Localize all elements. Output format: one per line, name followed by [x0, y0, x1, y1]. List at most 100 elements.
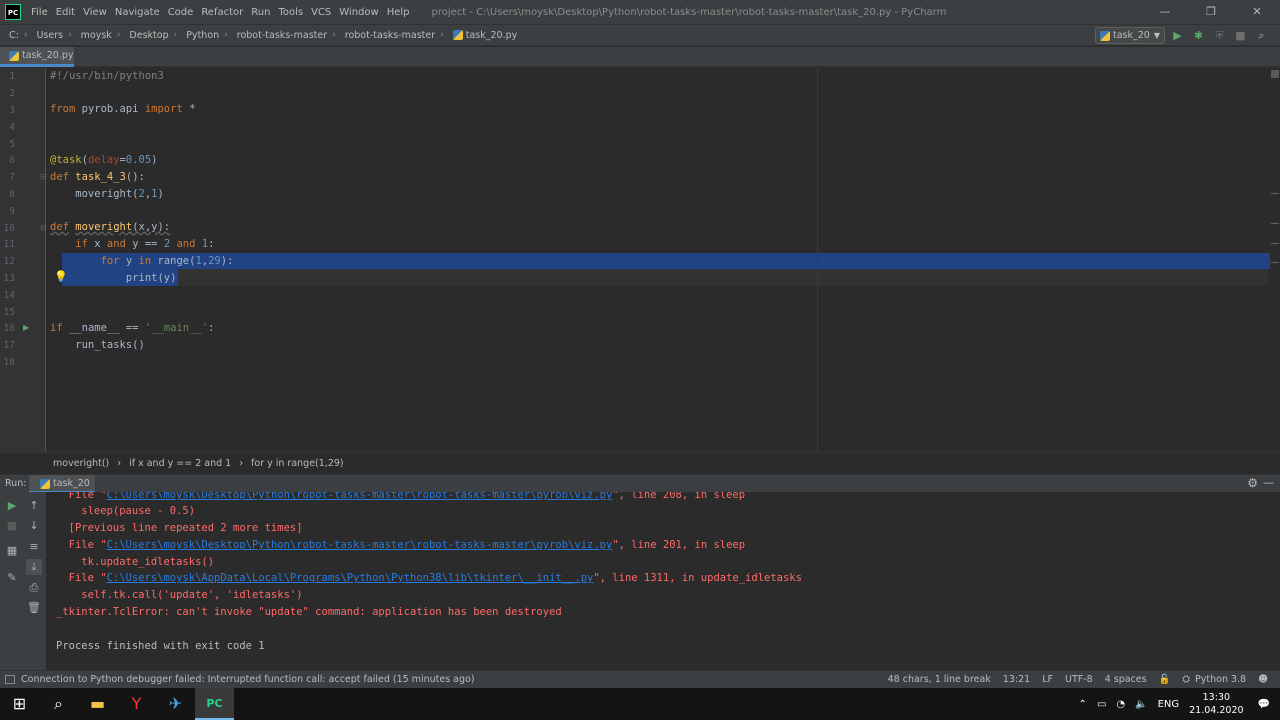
- stop-icon[interactable]: ■: [4, 518, 20, 534]
- crumb-python[interactable]: Python: [186, 30, 219, 41]
- menu-vcs[interactable]: VCS: [311, 7, 331, 18]
- language-indicator[interactable]: ENG: [1158, 699, 1180, 710]
- clock[interactable]: 13:30 21.04.2020: [1189, 691, 1243, 717]
- python-file-icon: [1100, 30, 1110, 41]
- right-margin-guide: [817, 68, 818, 452]
- code-line-17: run_tasks(): [50, 339, 145, 351]
- close-icon[interactable]: ✕: [1234, 0, 1280, 24]
- status-message[interactable]: Connection to Python debugger failed: In…: [21, 674, 475, 685]
- menu-tools[interactable]: Tools: [278, 7, 303, 18]
- fold-icon[interactable]: ⊟: [40, 223, 47, 232]
- line-number-gutter[interactable]: 1 2 3 4 5 6 7 8 9 10 11 12 13 14 15 16 1…: [0, 68, 47, 452]
- telegram-icon[interactable]: ✈: [156, 688, 195, 720]
- minimize-panel-icon[interactable]: —: [1263, 476, 1274, 489]
- maximize-icon[interactable]: ❐: [1188, 0, 1234, 24]
- interpreter-icon[interactable]: ⛭: [1182, 674, 1190, 685]
- gear-icon[interactable]: ⚙: [1247, 476, 1258, 490]
- arrow-up-icon[interactable]: ↑: [26, 498, 42, 514]
- crumb-user[interactable]: moysk: [81, 30, 112, 41]
- scroll-marker[interactable]: [1271, 243, 1279, 244]
- search-icon[interactable]: ⌕: [39, 688, 78, 720]
- stop-icon[interactable]: ■: [1230, 28, 1251, 44]
- debug-icon[interactable]: ✱: [1188, 28, 1209, 44]
- breadcrumb-for[interactable]: for y in range(1,29): [251, 458, 344, 469]
- selection-info[interactable]: 48 chars, 1 line break: [888, 674, 991, 685]
- crumb-subproject[interactable]: robot-tasks-master: [345, 30, 435, 41]
- menu-file[interactable]: File: [31, 7, 48, 18]
- file-explorer-icon[interactable]: ▬: [78, 688, 117, 720]
- line-number: 6: [9, 155, 15, 166]
- arrow-down-icon[interactable]: ↓: [26, 518, 42, 534]
- run-tab-task-20[interactable]: task_20: [29, 475, 95, 493]
- crumb-drive[interactable]: C:: [9, 30, 19, 41]
- search-icon[interactable]: ⌕: [1251, 28, 1272, 44]
- notifications-icon[interactable]: ☻: [1258, 674, 1268, 685]
- clock-time: 13:30: [1202, 692, 1231, 703]
- print-icon[interactable]: ⎙: [26, 580, 42, 596]
- scroll-marker[interactable]: [1271, 262, 1279, 263]
- soft-wrap-icon[interactable]: ≡: [26, 539, 42, 555]
- file-link[interactable]: C:\Users\moysk\AppData\Local\Programs\Py…: [107, 572, 594, 584]
- inspection-status-icon[interactable]: [1271, 70, 1279, 78]
- pin-icon[interactable]: ✎: [4, 570, 20, 586]
- tool-windows-icon[interactable]: [5, 675, 15, 684]
- crumb-desktop[interactable]: Desktop: [129, 30, 168, 41]
- crumb-users[interactable]: Users: [36, 30, 63, 41]
- fold-icon[interactable]: ⊟: [40, 172, 47, 181]
- crumb-file[interactable]: task_20.py: [452, 30, 517, 41]
- python-interpreter[interactable]: Python 3.8: [1195, 674, 1246, 685]
- volume-icon[interactable]: 🔈: [1135, 699, 1147, 710]
- network-icon[interactable]: ▭: [1097, 699, 1106, 710]
- chevron-up-icon[interactable]: ⌃: [1079, 699, 1087, 710]
- trash-icon[interactable]: 🗑: [26, 600, 42, 616]
- file-link[interactable]: C:\Users\moysk\Desktop\Python\robot-task…: [107, 539, 613, 551]
- menu-code[interactable]: Code: [168, 7, 194, 18]
- caret-position[interactable]: 13:21: [1003, 674, 1030, 685]
- scroll-marker[interactable]: [1271, 193, 1279, 194]
- minimize-icon[interactable]: —: [1142, 0, 1188, 24]
- lock-icon[interactable]: 🔓: [1159, 674, 1171, 685]
- file-link[interactable]: C:\Users\moysk\Desktop\Python\robot-task…: [107, 492, 613, 501]
- line-separator[interactable]: LF: [1042, 674, 1053, 685]
- code-line-8: moveright(2,1): [50, 188, 164, 200]
- menu-edit[interactable]: Edit: [56, 7, 75, 18]
- tab-task-20[interactable]: task_20.py: [0, 47, 74, 67]
- indent-setting[interactable]: 4 spaces: [1105, 674, 1147, 685]
- layout-icon[interactable]: ▦: [4, 543, 20, 559]
- menu-navigate[interactable]: Navigate: [115, 7, 160, 18]
- crumb-project[interactable]: robot-tasks-master: [237, 30, 327, 41]
- pycharm-taskbar-icon[interactable]: PC: [195, 688, 234, 720]
- console-line: _tkinter.TclError: can't invoke "update"…: [56, 606, 562, 618]
- line-number: 3: [9, 105, 15, 116]
- breadcrumb-function[interactable]: moveright(): [53, 458, 109, 469]
- menu-help[interactable]: Help: [387, 7, 410, 18]
- run-icon[interactable]: ▶: [1167, 28, 1188, 44]
- menu-window[interactable]: Window: [339, 7, 378, 18]
- scroll-to-end-icon[interactable]: ⤓: [26, 559, 42, 575]
- menu-view[interactable]: View: [83, 7, 107, 18]
- scroll-marker[interactable]: [1271, 223, 1279, 224]
- console-line: File "C:\Users\moysk\Desktop\Python\robo…: [56, 492, 745, 503]
- run-configuration-select[interactable]: task_20 ▼: [1095, 27, 1165, 44]
- file-encoding[interactable]: UTF-8: [1065, 674, 1093, 685]
- yandex-browser-icon[interactable]: Y: [117, 688, 156, 720]
- windows-start-icon[interactable]: ⊞: [0, 688, 39, 720]
- console-line: [Previous line repeated 2 more times]: [56, 522, 303, 534]
- editor-scrollbar[interactable]: [1270, 68, 1280, 452]
- menu-refactor[interactable]: Refactor: [201, 7, 243, 18]
- run-console[interactable]: File "C:\Users\moysk\Desktop\Python\robo…: [46, 492, 1280, 670]
- windows-taskbar: ⊞ ⌕ ▬ Y ✈ PC ⌃ ▭ ◔ 🔈 ENG 13:30 21.04.202…: [0, 688, 1280, 720]
- rerun-icon[interactable]: ▶: [4, 498, 20, 514]
- menu-run[interactable]: Run: [251, 7, 270, 18]
- run-gutter-icon[interactable]: ▶: [23, 323, 29, 332]
- line-number: 9: [9, 206, 15, 217]
- wifi-icon[interactable]: ◔: [1116, 699, 1125, 710]
- editor-tab-bar: task_20.py: [0, 47, 1280, 67]
- breadcrumb-if[interactable]: if x and y == 2 and 1: [129, 458, 231, 469]
- notification-center-icon[interactable]: 💬: [1258, 699, 1270, 710]
- lightbulb-icon[interactable]: 💡: [54, 270, 68, 284]
- console-line: tk.update_idletasks(): [56, 556, 215, 568]
- console-line: self.tk.call('update', 'idletasks'): [56, 589, 303, 601]
- coverage-icon[interactable]: ⛨: [1209, 28, 1230, 44]
- window-controls: — ❐ ✕: [1142, 0, 1280, 24]
